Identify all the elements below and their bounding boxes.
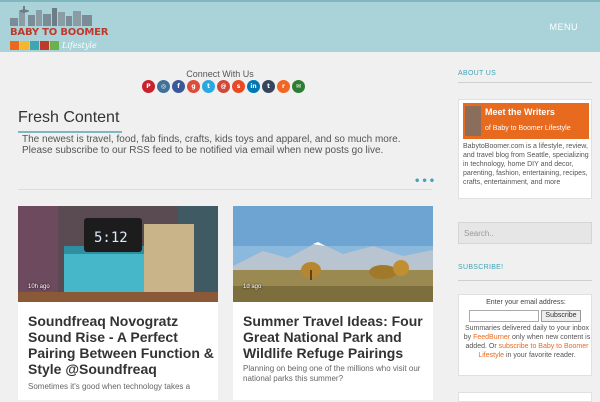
stumbleupon-icon[interactable]: s xyxy=(232,80,245,93)
connect-label: Connect With Us xyxy=(186,69,254,79)
menu-button[interactable]: MENU xyxy=(550,22,579,32)
clock-readout: 5:12 xyxy=(94,230,128,246)
facebook-icon[interactable]: f xyxy=(172,80,185,93)
subscribe-heading: SUBSCRIBE! xyxy=(458,264,504,271)
email-field[interactable] xyxy=(469,310,539,322)
about-heading: ABOUT US xyxy=(458,70,497,77)
rss-icon[interactable]: r xyxy=(277,80,290,93)
search-input[interactable]: Search.. xyxy=(458,222,592,244)
email-icon[interactable]: @ xyxy=(217,80,230,93)
social-icons: P ◎ f g t @ s in t r ✉ xyxy=(142,80,305,93)
post-thumbnail[interactable]: 5:12 10h ago xyxy=(18,206,218,302)
email-label: Enter your email address: xyxy=(486,299,566,306)
meet-writers-banner[interactable]: Meet the Writers of Baby to Boomer Lifes… xyxy=(463,103,589,139)
post-time: 10h ago xyxy=(28,284,50,290)
logo-lifestyle: Lifestyle xyxy=(62,41,97,50)
section-description: The newest is travel, food, fab finds, c… xyxy=(22,134,401,156)
meet-title: Meet the Writers xyxy=(485,107,555,117)
sidebar: ABOUT US Meet the Writers of Baby to Boo… xyxy=(446,52,600,402)
title-underline xyxy=(18,131,122,133)
writers-photo xyxy=(465,106,481,136)
post-excerpt: Sometimes it's good when technology take… xyxy=(28,382,191,391)
subscribe-button[interactable]: Subscribe xyxy=(541,310,581,322)
main-content: Connect With Us P ◎ f g t @ s in t r ✉ Fresh Conte… xyxy=(0,52,446,400)
logo-text: BABY TO BOOMER xyxy=(10,27,109,38)
post-excerpt: Planning on being one of the millions wh… xyxy=(243,364,421,383)
tumblr-icon[interactable]: t xyxy=(262,80,275,93)
pinterest-icon[interactable]: P xyxy=(142,80,155,93)
site-header: BABY TO BOOMER Lifestyle MENU xyxy=(0,0,600,52)
site-logo[interactable]: BABY TO BOOMER Lifestyle xyxy=(6,6,108,52)
post-title[interactable]: Soundfreaq Novogratz Sound Rise - A Perf… xyxy=(28,313,216,377)
subscribe-widget: Enter your email address: Subscribe Summ… xyxy=(458,294,592,376)
google-plus-icon[interactable]: g xyxy=(187,80,200,93)
skyline-icon xyxy=(10,6,92,26)
about-widget: Meet the Writers of Baby to Boomer Lifes… xyxy=(458,99,592,199)
feedburner-link[interactable]: FeedBurner xyxy=(473,334,510,341)
post-card[interactable]: 1d ago Summer Travel Ideas: Four Great N… xyxy=(233,206,433,400)
logo-blocks xyxy=(10,41,59,50)
instagram-icon[interactable]: ◎ xyxy=(157,80,170,93)
post-thumbnail[interactable]: 1d ago xyxy=(233,206,433,302)
section-title: Fresh Content xyxy=(18,109,120,126)
meet-subtitle: of Baby to Boomer Lifestyle xyxy=(485,125,571,132)
heading-divider xyxy=(458,82,592,83)
landscape-photo xyxy=(233,206,433,302)
section-divider xyxy=(18,189,432,190)
feedburner-icon[interactable]: ✉ xyxy=(292,80,305,93)
heading-divider xyxy=(458,280,592,281)
more-options-icon[interactable]: ••• xyxy=(414,176,436,187)
linkedin-icon[interactable]: in xyxy=(247,80,260,93)
about-text: BabytoBoomer.com is a lifestyle, review,… xyxy=(463,143,589,186)
post-time: 1d ago xyxy=(243,284,262,290)
sidebar-widget xyxy=(458,392,592,402)
post-card[interactable]: 5:12 10h ago Soundfreaq Novogratz Sound … xyxy=(18,206,218,400)
post-title[interactable]: Summer Travel Ideas: Four Great National… xyxy=(243,313,431,361)
subscribe-text: Summaries delivered daily to your inbox … xyxy=(463,324,591,360)
subscribe-text-3: in your favorite reader. xyxy=(504,352,576,359)
twitter-icon[interactable]: t xyxy=(202,80,215,93)
